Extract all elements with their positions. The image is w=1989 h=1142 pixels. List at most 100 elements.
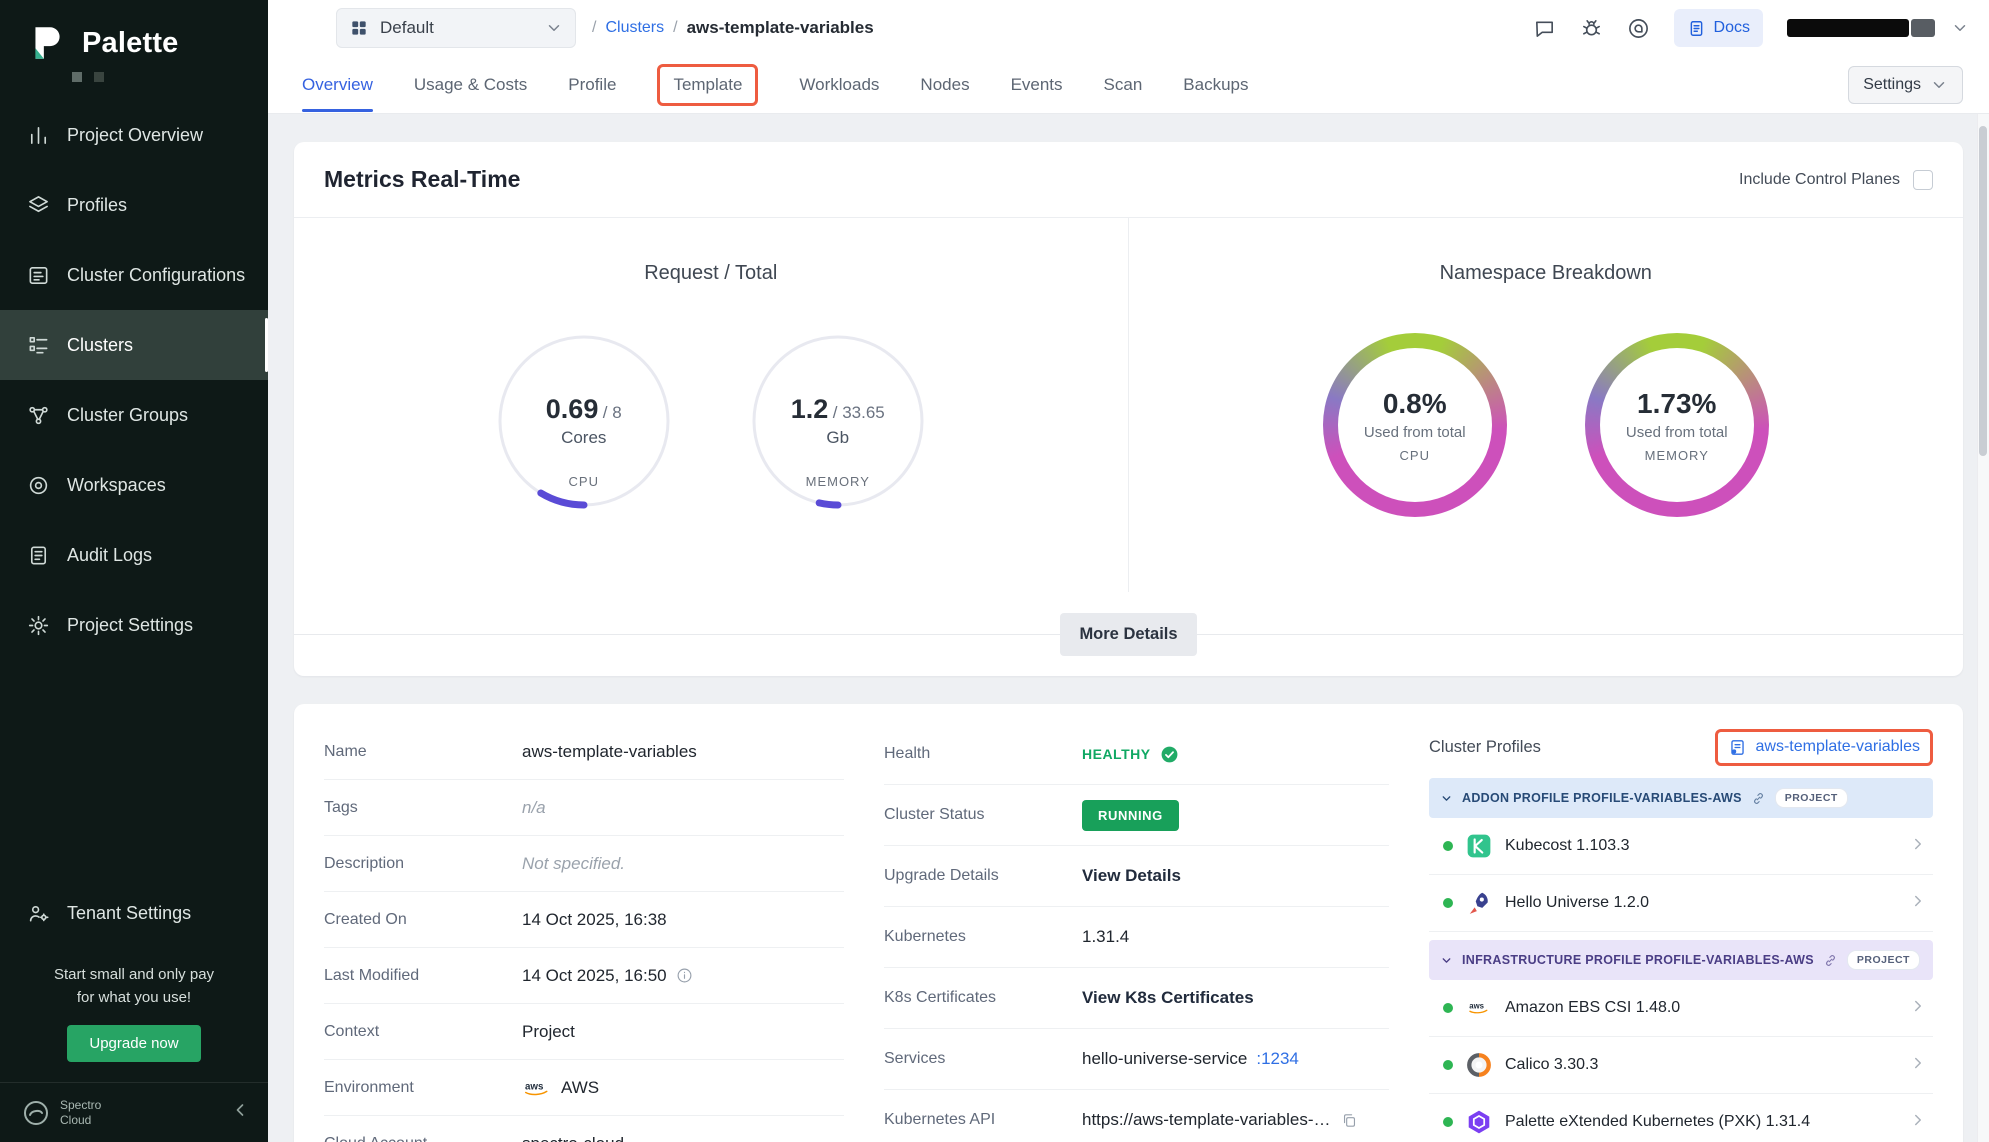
profile-item-hello-universe[interactable]: Hello Universe 1.2.0 xyxy=(1429,875,1933,932)
tab-profile[interactable]: Profile xyxy=(568,75,616,95)
profile-item-kubecost[interactable]: Kubecost 1.103.3 xyxy=(1429,818,1933,875)
project-badge: PROJECT xyxy=(1775,788,1848,808)
profile-item-amazon-ebs-csi[interactable]: aws Amazon EBS CSI 1.48.0 xyxy=(1429,980,1933,1037)
memory-total-value: / 33.65 xyxy=(833,403,885,422)
status-dot xyxy=(1443,1060,1453,1070)
breadcrumb-separator: / xyxy=(592,19,596,37)
sidebar-item-label: Project Settings xyxy=(67,615,193,636)
tab-backups[interactable]: Backups xyxy=(1183,75,1248,95)
copy-icon[interactable] xyxy=(1341,1112,1358,1129)
profile-item-calico[interactable]: Calico 3.30.3 xyxy=(1429,1037,1933,1094)
chat-icon[interactable] xyxy=(1533,17,1556,40)
view-details-link[interactable]: View Details xyxy=(1082,866,1181,886)
sidebar-item-label: Tenant Settings xyxy=(67,903,191,924)
sidebar-item-audit-logs[interactable]: Audit Logs xyxy=(0,520,268,590)
sidebar-item-tenant-settings[interactable]: Tenant Settings xyxy=(0,879,268,949)
tenant-settings-icon xyxy=(27,902,50,925)
brand-dots xyxy=(72,72,268,82)
pxk-icon xyxy=(1466,1109,1492,1135)
detail-row-services: Services hello-universe-service :1234 xyxy=(884,1029,1389,1090)
upgrade-now-button[interactable]: Upgrade now xyxy=(67,1025,200,1062)
status-dot xyxy=(1443,841,1453,851)
info-icon[interactable] xyxy=(676,967,693,984)
cluster-profile-link[interactable]: aws-template-variables xyxy=(1715,729,1933,766)
svg-text:aws: aws xyxy=(1469,1002,1484,1011)
detail-row-last-modified: Last Modified 14 Oct 2025, 16:50 xyxy=(324,948,844,1004)
tab-events[interactable]: Events xyxy=(1011,75,1063,95)
health-status: HEALTHY xyxy=(1082,746,1151,762)
tab-template[interactable]: Template xyxy=(657,64,758,106)
footer-brand: Spectro Cloud xyxy=(60,1098,101,1128)
tab-workloads[interactable]: Workloads xyxy=(799,75,879,95)
cluster-profiles-title: Cluster Profiles xyxy=(1429,738,1541,757)
detail-row-created-on: Created On14 Oct 2025, 16:38 xyxy=(324,892,844,948)
aws-icon: aws xyxy=(522,1078,552,1098)
project-selector[interactable]: Default xyxy=(336,8,576,48)
breadcrumb-clusters-link[interactable]: Clusters xyxy=(605,19,664,37)
kubecost-icon xyxy=(1466,833,1492,859)
detail-row-cluster-status: Cluster Status RUNNING xyxy=(884,785,1389,846)
support-icon[interactable] xyxy=(1627,17,1650,40)
donut-label: CPU xyxy=(1400,448,1430,463)
chevron-right-icon xyxy=(1909,835,1927,858)
memory-unit: Gb xyxy=(826,428,849,448)
sidebar-item-label: Project Overview xyxy=(67,125,203,146)
detail-row-upgrade-details: Upgrade Details View Details xyxy=(884,846,1389,907)
sidebar-footer: Spectro Cloud xyxy=(0,1082,268,1142)
app-window: Palette Project Overview Profiles Cluste… xyxy=(0,0,1989,1142)
redacted-avatar xyxy=(1911,19,1935,37)
chevron-down-icon xyxy=(1440,954,1453,967)
metrics-card: Metrics Real-Time Include Control Planes… xyxy=(294,142,1963,676)
tab-usage-costs[interactable]: Usage & Costs xyxy=(414,75,527,95)
sidebar-collapse-button[interactable] xyxy=(230,1100,250,1125)
service-port-link[interactable]: :1234 xyxy=(1256,1049,1299,1069)
sidebar-item-label: Audit Logs xyxy=(67,545,152,566)
namespace-breakdown-section: Namespace Breakdown 0.8% Used from total… xyxy=(1129,218,1964,592)
sidebar-item-profiles[interactable]: Profiles xyxy=(0,170,268,240)
page-scrollbar-thumb[interactable] xyxy=(1979,126,1987,456)
sidebar: Palette Project Overview Profiles Cluste… xyxy=(0,0,268,1142)
tab-scan[interactable]: Scan xyxy=(1104,75,1143,95)
status-dot xyxy=(1443,1117,1453,1127)
sidebar-item-cluster-groups[interactable]: Cluster Groups xyxy=(0,380,268,450)
cluster-tabs: Overview Usage & Costs Profile Template … xyxy=(268,56,1989,114)
namespace-cpu-donut: 0.8% Used from total CPU xyxy=(1323,333,1507,517)
namespace-cpu-percent: 0.8% xyxy=(1383,388,1447,420)
project-selector-value: Default xyxy=(380,18,534,38)
chevron-down-icon xyxy=(1440,792,1453,805)
settings-button[interactable]: Settings xyxy=(1848,66,1963,104)
sidebar-item-clusters[interactable]: Clusters xyxy=(0,310,268,380)
details-middle-column: Health HEALTHY Cluster Status RUNNING Up… xyxy=(884,724,1389,1142)
profile-item-pxk[interactable]: Palette eXtended Kubernetes (PXK) 1.31.4 xyxy=(1429,1094,1933,1142)
sidebar-item-project-settings[interactable]: Project Settings xyxy=(0,590,268,660)
topbar: Default / Clusters / aws-template-variab… xyxy=(268,0,1989,56)
cpu-unit: Cores xyxy=(561,428,606,448)
tab-nodes[interactable]: Nodes xyxy=(920,75,969,95)
sidebar-item-label: Cluster Configurations xyxy=(67,265,245,286)
docs-button[interactable]: Docs xyxy=(1674,9,1763,47)
include-control-planes-checkbox[interactable] xyxy=(1913,170,1933,190)
metrics-title: Metrics Real-Time xyxy=(324,166,520,193)
donut-caption: Used from total xyxy=(1364,424,1466,441)
namespace-memory-donut: 1.73% Used from total MEMORY xyxy=(1585,333,1769,517)
gear-icon xyxy=(27,614,50,637)
addon-profile-section-header[interactable]: ADDON PROFILE PROFILE-VARIABLES-AWS PROJ… xyxy=(1429,778,1933,818)
sidebar-item-project-overview[interactable]: Project Overview xyxy=(0,100,268,170)
redacted-user-info xyxy=(1787,19,1909,37)
sidebar-item-cluster-configurations[interactable]: Cluster Configurations xyxy=(0,240,268,310)
cpu-total-value: / 8 xyxy=(603,403,622,422)
document-icon xyxy=(1687,19,1706,38)
tab-overview[interactable]: Overview xyxy=(302,75,373,95)
more-details-button[interactable]: More Details xyxy=(1060,613,1196,656)
cpu-request-value: 0.69 xyxy=(546,394,599,424)
palette-logo-icon xyxy=(26,22,68,64)
chevron-left-icon xyxy=(230,1100,250,1120)
content-area: Metrics Real-Time Include Control Planes… xyxy=(268,114,1989,1142)
calico-icon xyxy=(1466,1052,1492,1078)
view-k8s-certificates-link[interactable]: View K8s Certificates xyxy=(1082,988,1254,1008)
infrastructure-profile-section-header[interactable]: INFRASTRUCTURE PROFILE PROFILE-VARIABLES… xyxy=(1429,940,1933,980)
cluster-details-card: Nameaws-template-variables Tagsn/a Descr… xyxy=(294,704,1963,1142)
account-menu-chevron-icon[interactable] xyxy=(1951,19,1969,37)
sidebar-item-workspaces[interactable]: Workspaces xyxy=(0,450,268,520)
bug-icon[interactable] xyxy=(1580,17,1603,40)
